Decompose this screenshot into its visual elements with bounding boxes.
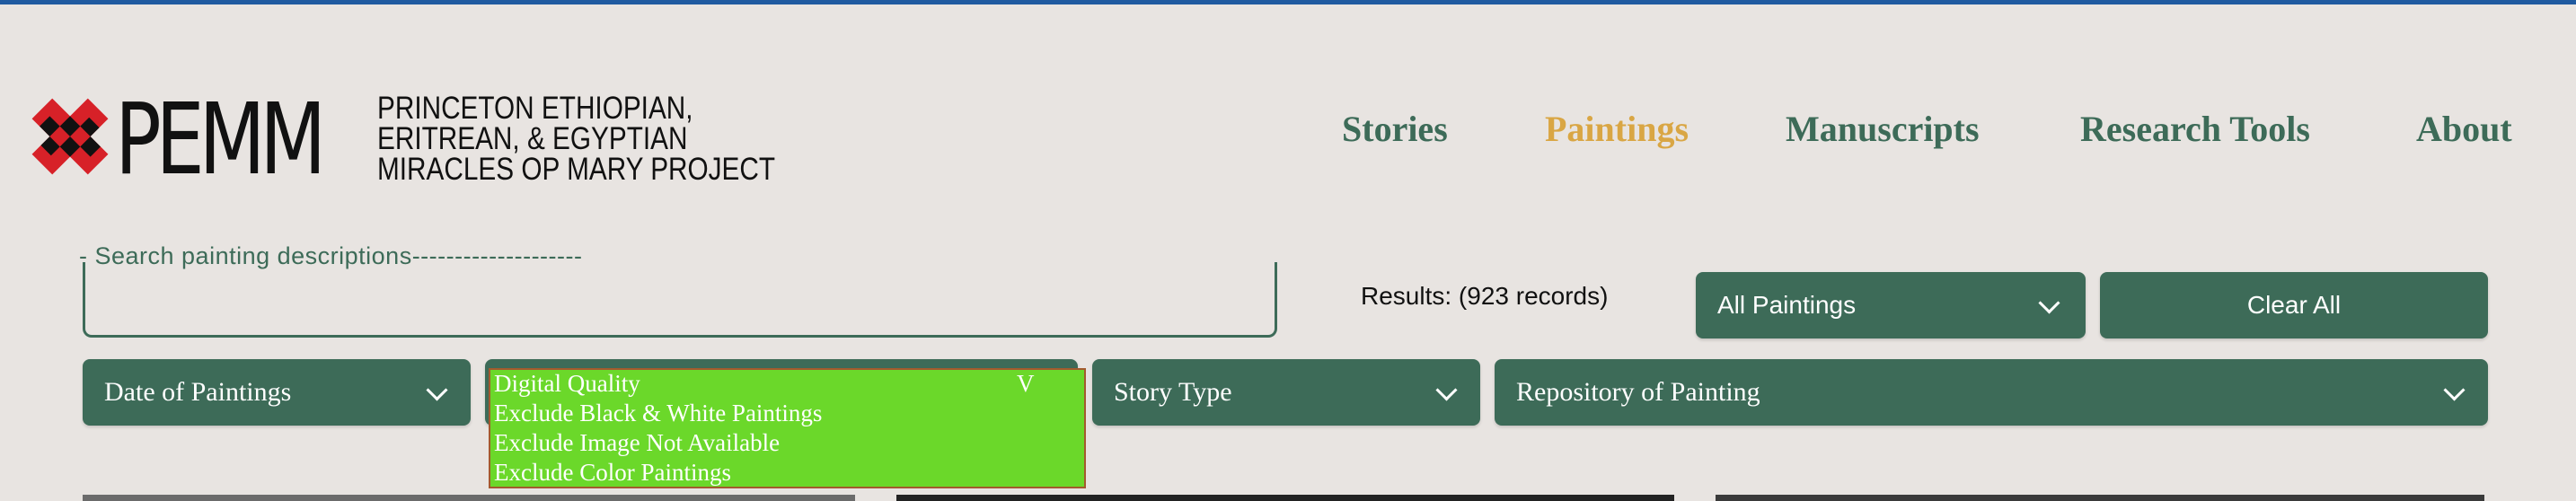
chevron-down-icon xyxy=(2038,292,2060,314)
filter-date-of-paintings[interactable]: Date of Paintings xyxy=(83,359,471,426)
chevron-down-icon xyxy=(1435,379,1458,401)
filter-date-label: Date of Paintings xyxy=(104,377,292,407)
painting-card-image[interactable] xyxy=(896,495,1674,501)
option-exclude-color[interactable]: Exclude Color Paintings xyxy=(494,459,731,487)
digital-quality-dropdown[interactable]: Digital Quality V Exclude Black & White … xyxy=(489,368,1086,488)
option-exclude-not-available[interactable]: Exclude Image Not Available xyxy=(494,429,780,457)
painting-card-image[interactable] xyxy=(1716,495,2484,501)
nav-item-stories[interactable]: Stories xyxy=(1342,108,1448,150)
nav-item-about[interactable]: About xyxy=(2416,108,2512,150)
search-field[interactable] xyxy=(83,262,1277,338)
dropdown-caret-icon[interactable]: V xyxy=(1017,370,1035,398)
subtitle-line-2: ERITREAN, & EGYPTIAN xyxy=(377,121,688,156)
chevron-down-icon xyxy=(426,379,448,401)
nav-item-paintings[interactable]: Paintings xyxy=(1545,108,1689,150)
filter-story-type-label: Story Type xyxy=(1114,377,1232,407)
painting-card-image[interactable] xyxy=(83,495,855,501)
collection-select-label: All Paintings xyxy=(1717,291,1857,319)
filter-story-type[interactable]: Story Type xyxy=(1092,359,1480,426)
chevron-down-icon xyxy=(2443,379,2466,401)
subtitle-line-3: MIRACLES OP MARY PROJECT xyxy=(377,152,776,187)
filter-repository[interactable]: Repository of Painting xyxy=(1495,359,2488,426)
nav-item-research-tools[interactable]: Research Tools xyxy=(2080,108,2310,150)
clear-all-button[interactable]: Clear All xyxy=(2100,272,2488,338)
brand-acronym[interactable]: PEMM xyxy=(115,90,326,189)
brand-subtitle: PRINCETON ETHIOPIAN, ERITREAN, & EGYPTIA… xyxy=(377,91,776,187)
pemm-logo-icon[interactable] xyxy=(29,93,111,180)
option-exclude-bw[interactable]: Exclude Black & White Paintings xyxy=(494,400,822,427)
search-input[interactable] xyxy=(103,271,1257,323)
results-count: Results: (923 records) xyxy=(1361,282,1609,310)
subtitle-line-1: PRINCETON ETHIOPIAN, xyxy=(377,91,693,126)
collection-select[interactable]: All Paintings xyxy=(1696,272,2086,338)
filter-repository-label: Repository of Painting xyxy=(1516,377,1760,407)
digital-quality-label: Digital Quality xyxy=(494,370,640,397)
nav-item-manuscripts[interactable]: Manuscripts xyxy=(1786,108,1980,150)
clear-all-label: Clear All xyxy=(2246,291,2342,319)
top-accent-bar xyxy=(0,0,2576,4)
